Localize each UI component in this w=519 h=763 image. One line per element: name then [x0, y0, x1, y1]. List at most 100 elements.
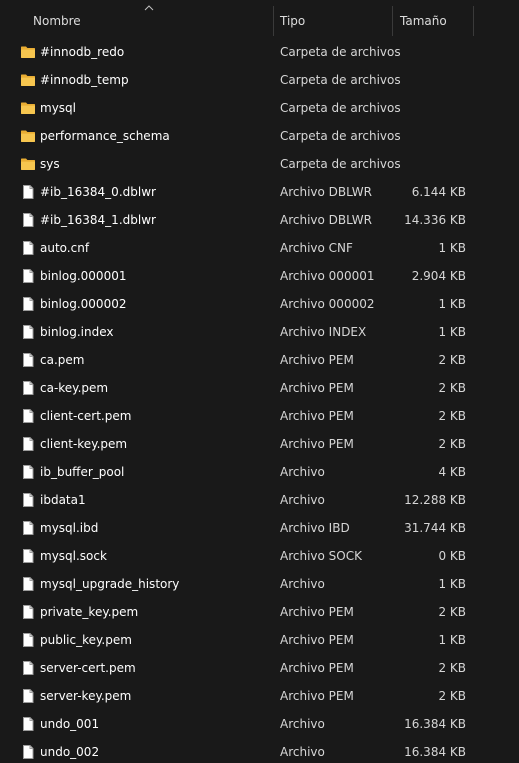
file-row[interactable]: private_key.pem Archivo PEM 2 KB: [0, 598, 519, 626]
file-row[interactable]: performance_schema Carpeta de archivos: [0, 122, 519, 150]
file-size: 2 KB: [438, 437, 466, 451]
file-row[interactable]: public_key.pem Archivo PEM 1 KB: [0, 626, 519, 654]
file-size: 16.384 KB: [404, 745, 466, 759]
file-type: Carpeta de archivos: [280, 101, 401, 115]
file-icon: [20, 212, 36, 228]
file-size: 1 KB: [438, 241, 466, 255]
column-header-type[interactable]: Tipo: [274, 0, 392, 38]
file-name: undo_002: [40, 745, 100, 759]
file-row[interactable]: binlog.000002 Archivo 000002 1 KB: [0, 290, 519, 318]
file-icon: [20, 520, 36, 536]
file-name: client-cert.pem: [40, 409, 132, 423]
file-row[interactable]: sys Carpeta de archivos: [0, 150, 519, 178]
file-row[interactable]: mysql_upgrade_history Archivo 1 KB: [0, 570, 519, 598]
file-name: undo_001: [40, 717, 100, 731]
file-type: Archivo PEM: [280, 633, 354, 647]
file-name: mysql.ibd: [40, 521, 99, 535]
file-type: Archivo: [280, 577, 325, 591]
file-row[interactable]: undo_001 Archivo 16.384 KB: [0, 710, 519, 738]
file-type: Carpeta de archivos: [280, 45, 401, 59]
file-type: Carpeta de archivos: [280, 73, 401, 87]
file-size: 2 KB: [438, 661, 466, 675]
file-size: 1 KB: [438, 577, 466, 591]
file-row[interactable]: client-cert.pem Archivo PEM 2 KB: [0, 402, 519, 430]
file-row[interactable]: binlog.index Archivo INDEX 1 KB: [0, 318, 519, 346]
folder-icon: [20, 128, 36, 144]
file-row[interactable]: mysql.ibd Archivo IBD 31.744 KB: [0, 514, 519, 542]
file-type: Archivo 000002: [280, 297, 375, 311]
column-divider[interactable]: [473, 6, 474, 36]
file-type: Archivo: [280, 465, 325, 479]
file-size: 2 KB: [438, 353, 466, 367]
file-name: binlog.index: [40, 325, 114, 339]
folder-icon: [20, 72, 36, 88]
file-row[interactable]: #innodb_temp Carpeta de archivos: [0, 66, 519, 94]
file-name: binlog.000002: [40, 297, 127, 311]
file-type: Archivo: [280, 745, 325, 759]
file-size: 2.904 KB: [411, 269, 466, 283]
file-explorer-list: Nombre Tipo Tamaño #innodb_redo Carpeta d…: [0, 0, 519, 763]
file-type: Archivo PEM: [280, 605, 354, 619]
file-row[interactable]: ibdata1 Archivo 12.288 KB: [0, 486, 519, 514]
folder-icon: [20, 156, 36, 172]
column-header-name[interactable]: Nombre: [0, 0, 273, 38]
file-name: public_key.pem: [40, 633, 132, 647]
file-name: auto.cnf: [40, 241, 90, 255]
file-type: Archivo PEM: [280, 661, 354, 675]
file-icon: [20, 632, 36, 648]
file-type: Archivo: [280, 493, 325, 507]
file-name: ca.pem: [40, 353, 85, 367]
file-size: 14.336 KB: [404, 213, 466, 227]
file-icon: [20, 352, 36, 368]
file-size: 0 KB: [438, 549, 466, 563]
file-icon: [20, 464, 36, 480]
file-name: mysql: [40, 101, 76, 115]
file-name: ib_buffer_pool: [40, 465, 125, 479]
file-size: 12.288 KB: [404, 493, 466, 507]
folder-icon: [20, 44, 36, 60]
file-row[interactable]: #ib_16384_1.dblwr Archivo DBLWR 14.336 KB: [0, 206, 519, 234]
file-type: Archivo: [280, 717, 325, 731]
file-icon: [20, 184, 36, 200]
file-name: mysql.sock: [40, 549, 107, 563]
file-type: Archivo PEM: [280, 409, 354, 423]
file-name: #ib_16384_1.dblwr: [40, 213, 156, 227]
file-size: 1 KB: [438, 633, 466, 647]
file-type: Archivo DBLWR: [280, 213, 372, 227]
file-row[interactable]: #ib_16384_0.dblwr Archivo DBLWR 6.144 KB: [0, 178, 519, 206]
file-size: 2 KB: [438, 409, 466, 423]
file-row[interactable]: binlog.000001 Archivo 000001 2.904 KB: [0, 262, 519, 290]
file-row[interactable]: mysql.sock Archivo SOCK 0 KB: [0, 542, 519, 570]
file-icon: [20, 716, 36, 732]
file-row[interactable]: ca.pem Archivo PEM 2 KB: [0, 346, 519, 374]
file-name: client-key.pem: [40, 437, 128, 451]
file-name: ca-key.pem: [40, 381, 109, 395]
file-row[interactable]: client-key.pem Archivo PEM 2 KB: [0, 430, 519, 458]
file-row[interactable]: server-cert.pem Archivo PEM 2 KB: [0, 654, 519, 682]
file-icon: [20, 380, 36, 396]
column-header-size[interactable]: Tamaño: [393, 0, 474, 38]
file-type: Archivo PEM: [280, 689, 354, 703]
file-size: 2 KB: [438, 605, 466, 619]
file-type: Archivo PEM: [280, 353, 354, 367]
file-icon: [20, 548, 36, 564]
file-type: Archivo 000001: [280, 269, 375, 283]
file-row[interactable]: auto.cnf Archivo CNF 1 KB: [0, 234, 519, 262]
file-name: binlog.000001: [40, 269, 127, 283]
folder-icon: [20, 100, 36, 116]
file-row[interactable]: ib_buffer_pool Archivo 4 KB: [0, 458, 519, 486]
file-type: Archivo CNF: [280, 241, 353, 255]
file-row[interactable]: undo_002 Archivo 16.384 KB: [0, 738, 519, 763]
file-size: 2 KB: [438, 689, 466, 703]
file-row[interactable]: server-key.pem Archivo PEM 2 KB: [0, 682, 519, 710]
file-icon: [20, 240, 36, 256]
file-name: sys: [40, 157, 60, 171]
file-icon: [20, 688, 36, 704]
file-type: Archivo SOCK: [280, 549, 362, 563]
file-type: Archivo PEM: [280, 437, 354, 451]
file-type: Carpeta de archivos: [280, 157, 401, 171]
file-row[interactable]: mysql Carpeta de archivos: [0, 94, 519, 122]
file-icon: [20, 268, 36, 284]
file-row[interactable]: #innodb_redo Carpeta de archivos: [0, 38, 519, 66]
file-row[interactable]: ca-key.pem Archivo PEM 2 KB: [0, 374, 519, 402]
